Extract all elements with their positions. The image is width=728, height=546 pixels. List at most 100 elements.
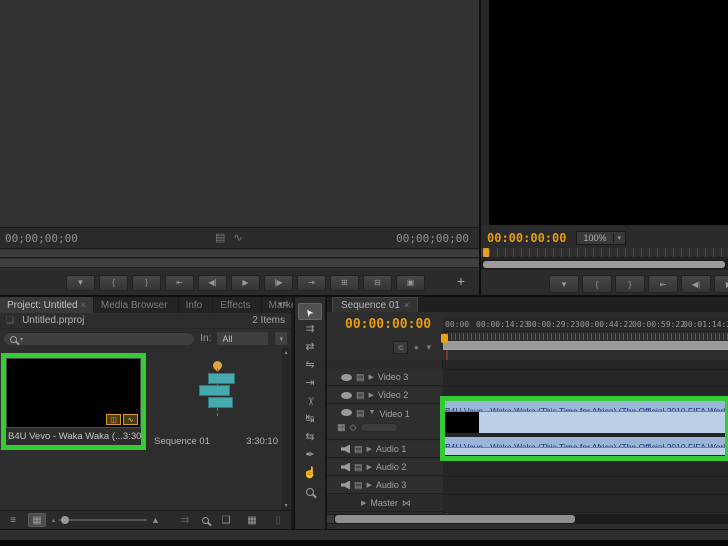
step-back-button[interactable]: ◀| xyxy=(198,274,227,291)
unnumbered-marker-icon[interactable]: ▼ xyxy=(425,343,433,352)
go-to-in-button[interactable]: ⇤ xyxy=(165,274,194,291)
track-header-audio1[interactable]: ▤ ▶ Audio 1 xyxy=(327,441,443,458)
track-header-audio3[interactable]: ▤ ▶ Audio 3 xyxy=(327,477,443,494)
program-scrollbar[interactable] xyxy=(481,259,728,270)
zoom-tool[interactable] xyxy=(298,483,322,500)
toggle-track-output-icon[interactable] xyxy=(341,391,352,399)
mark-in-button[interactable]: { xyxy=(99,274,128,291)
thumbnail-zoom-slider[interactable]: ▴ ▲ xyxy=(52,515,160,525)
snap-icon[interactable]: ∪ xyxy=(393,341,408,354)
insert-button[interactable]: ⊞ xyxy=(330,274,359,291)
mark-in-button[interactable]: { xyxy=(582,275,612,293)
play-button[interactable]: ▶ xyxy=(714,275,728,293)
project-scrollbar[interactable]: ▴ ▾ xyxy=(282,348,290,510)
selection-tool[interactable]: ➤ xyxy=(298,303,322,320)
add-marker-button[interactable]: ▼ xyxy=(549,275,579,293)
clear-button[interactable]: ▯ xyxy=(269,513,287,527)
expand-track-icon[interactable]: ▶ xyxy=(361,499,366,507)
sync-lock-icon[interactable]: ▤ xyxy=(354,462,363,472)
close-icon[interactable]: × xyxy=(81,300,86,310)
sync-lock-icon[interactable]: ▤ xyxy=(356,409,365,418)
track-header-video3[interactable]: ▤ ▶ Video 3 xyxy=(327,369,443,386)
program-scrollbar-handle[interactable] xyxy=(483,261,725,268)
keyframe-nav-pill[interactable] xyxy=(360,423,399,432)
tab-info[interactable]: Info xyxy=(179,297,214,313)
rate-stretch-tool[interactable]: ⇥ xyxy=(298,375,322,392)
clip-thumbnail[interactable]: ◫ ∿ xyxy=(6,358,141,428)
playhead-marker[interactable] xyxy=(441,334,448,343)
program-timecode[interactable]: 00:00:00:00 xyxy=(487,231,566,245)
source-timecode[interactable]: 00;00;00;00 xyxy=(0,232,78,245)
expand-track-icon[interactable]: ▶ xyxy=(367,463,372,471)
mark-out-button[interactable]: } xyxy=(132,274,161,291)
collapse-track-icon[interactable]: ▼ xyxy=(369,409,376,416)
slide-tool[interactable]: ⇆ xyxy=(298,429,322,446)
go-to-out-button[interactable]: ⇥ xyxy=(297,274,326,291)
tab-project[interactable]: Project: Untitled × xyxy=(0,297,94,313)
toggle-thumbnail-icon[interactable]: ◫ xyxy=(106,414,121,425)
timeline-timecode[interactable]: 00:00:00:00 xyxy=(345,317,431,332)
sync-lock-icon[interactable]: ▤ xyxy=(354,480,363,490)
scroll-down-icon[interactable]: ▾ xyxy=(284,502,287,509)
export-frame-button[interactable]: ▣ xyxy=(396,274,425,291)
keyframe-icon[interactable]: ◇ xyxy=(350,423,357,432)
project-item-clip[interactable]: ◫ ∿ B4U Vevo - Waka Waka (... 3:30:11 xyxy=(6,358,141,445)
filter-dropdown-arrow[interactable]: ▾ xyxy=(274,332,287,345)
panel-menu-icon[interactable]: ▾≡ xyxy=(278,299,288,310)
automate-to-sequence-button[interactable]: ⇉ xyxy=(176,513,194,527)
tab-sequence-01[interactable]: Sequence 01 × xyxy=(332,297,419,312)
zoom-level-dropdown[interactable]: 100% ▾ xyxy=(576,230,627,245)
new-bin-button[interactable]: ❏ xyxy=(217,513,235,527)
button-editor-button[interactable]: + xyxy=(457,273,465,289)
audio-clip[interactable]: B4U Vevo - Waka Waka (This Time for Afri… xyxy=(445,437,725,455)
overwrite-button[interactable]: ⊟ xyxy=(363,274,392,291)
sync-lock-icon[interactable]: ▤ xyxy=(356,390,365,400)
drag-audio-icon[interactable]: ∿ xyxy=(233,231,242,244)
track-header-master[interactable]: ▶ Master ⋈ xyxy=(327,495,443,512)
expand-track-icon[interactable]: ▶ xyxy=(367,445,372,453)
program-playhead[interactable] xyxy=(483,248,489,257)
track-header-video1[interactable]: ▤ ▼ Video 1 ▦ ◇ xyxy=(327,405,443,440)
track-select-tool[interactable]: ⇉ xyxy=(298,321,322,338)
step-back-button[interactable]: ◀| xyxy=(681,275,711,293)
master-meter-icon[interactable]: ⋈ xyxy=(402,498,411,508)
work-area-bar[interactable] xyxy=(443,341,728,350)
close-icon[interactable]: × xyxy=(404,300,409,310)
project-item-sequence[interactable]: Sequence 01 3:30:10 xyxy=(150,353,282,450)
waveform-icon[interactable]: ∿ xyxy=(123,414,138,425)
step-forward-button[interactable]: |▶ xyxy=(264,274,293,291)
zoom-out-icon[interactable]: ▴ xyxy=(52,517,55,524)
zoom-slider-knob[interactable] xyxy=(61,516,70,524)
timeline-scrollbar[interactable] xyxy=(327,514,728,524)
scroll-up-icon[interactable]: ▴ xyxy=(284,349,287,356)
ripple-edit-tool[interactable]: ⇄ xyxy=(298,339,322,356)
list-view-button[interactable]: ≡ xyxy=(4,513,22,527)
icon-view-button[interactable]: ▦ xyxy=(28,513,46,527)
new-item-button[interactable]: ▦ xyxy=(243,513,261,527)
go-to-in-button[interactable]: ⇤ xyxy=(648,275,678,293)
mark-out-button[interactable]: } xyxy=(615,275,645,293)
sync-lock-icon[interactable]: ▤ xyxy=(356,372,365,382)
speaker-icon[interactable] xyxy=(341,444,350,454)
expand-track-icon[interactable]: ▶ xyxy=(367,481,372,489)
play-button[interactable]: ▶ xyxy=(231,274,260,291)
sync-lock-icon[interactable]: ▤ xyxy=(354,444,363,454)
project-file-name[interactable]: Untitled.prproj xyxy=(22,315,84,326)
zoom-in-icon[interactable]: ▲ xyxy=(151,515,160,525)
speaker-icon[interactable] xyxy=(341,462,350,472)
source-scrollbar[interactable] xyxy=(0,259,479,268)
timeline-scrollbar-handle[interactable] xyxy=(335,515,575,523)
video-clip[interactable]: B4U Vevo - Waka Waka (This Time for Afri… xyxy=(445,401,725,433)
slip-tool[interactable]: ↹ xyxy=(298,411,322,428)
add-marker-button[interactable]: ▼ xyxy=(66,274,95,291)
set-display-style-icon[interactable]: ▦ xyxy=(337,423,346,432)
tab-effects[interactable]: Effects xyxy=(213,297,262,313)
tab-media-browser[interactable]: Media Browser xyxy=(94,297,179,313)
encore-chapter-marker-icon[interactable]: ● xyxy=(414,343,419,352)
toggle-track-output-icon[interactable] xyxy=(341,409,352,416)
drag-video-icon[interactable]: ▤ xyxy=(215,231,225,244)
scrollbar-end-box[interactable] xyxy=(327,515,334,523)
program-ruler[interactable] xyxy=(481,248,728,258)
pen-tool[interactable]: ✒ xyxy=(298,447,322,464)
expand-track-icon[interactable]: ▶ xyxy=(369,391,374,399)
